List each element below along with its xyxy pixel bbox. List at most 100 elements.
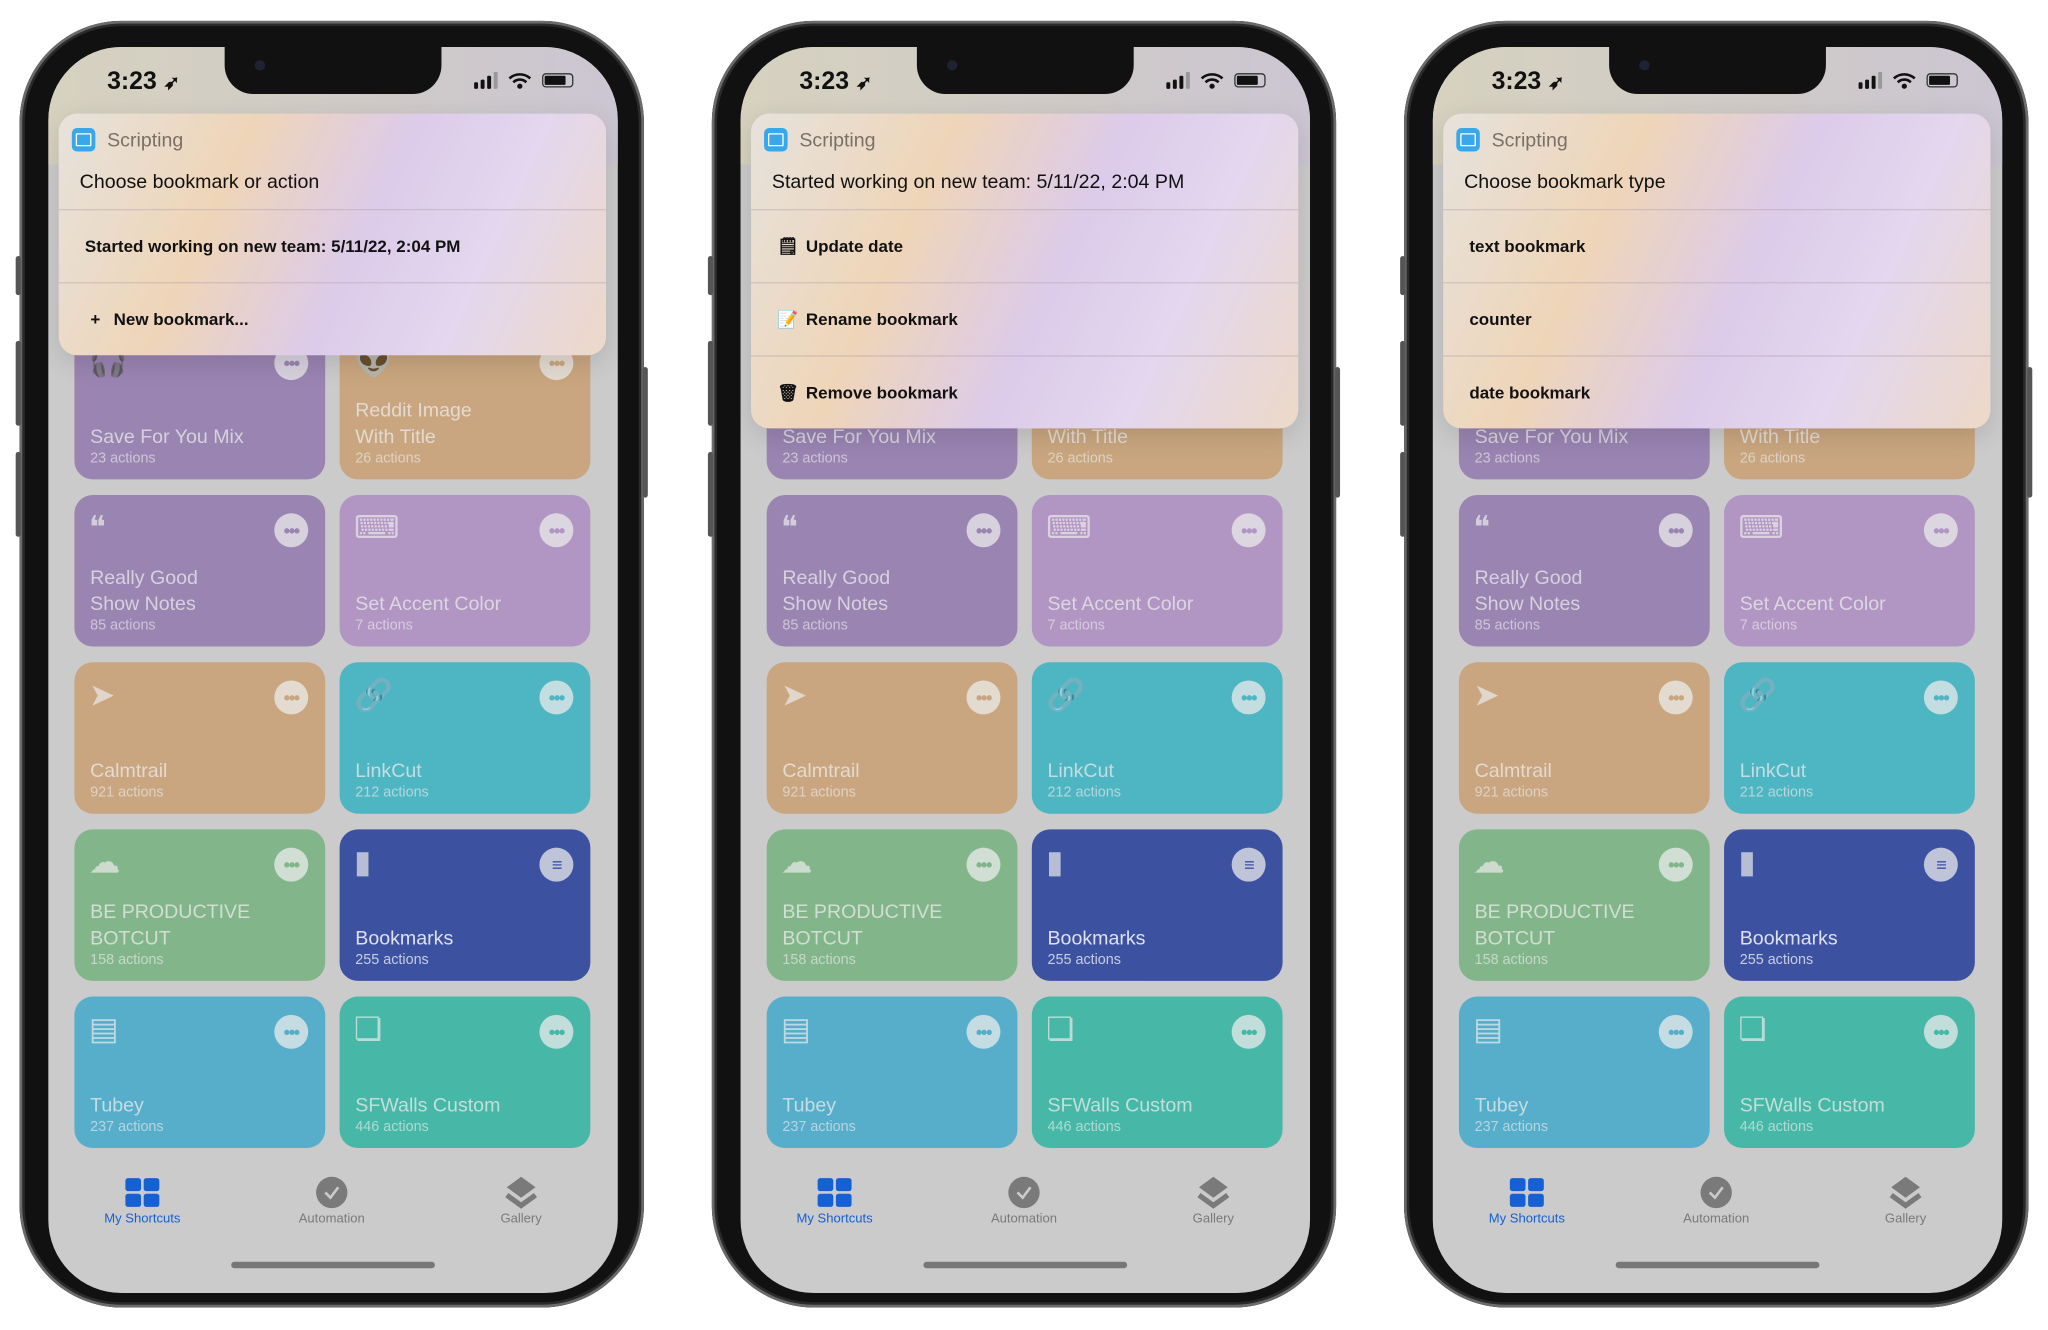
more-options-button[interactable]: •••: [1658, 680, 1693, 715]
status-time: 3:23 ➶: [1492, 68, 1565, 97]
tab-my-shortcuts[interactable]: My Shortcuts: [1448, 1173, 1605, 1227]
shortcut-card[interactable]: 🔗 ••• LinkCut 212 actions: [1031, 662, 1283, 814]
more-options-button[interactable]: •••: [1658, 1014, 1693, 1049]
notification-title: Choose bookmark type: [1443, 163, 1991, 211]
shortcut-card[interactable]: ➤ ••• Calmtrail 921 actions: [1458, 662, 1710, 814]
more-options-button[interactable]: •••: [966, 1014, 1001, 1049]
shortcut-card[interactable]: ❝ ••• Really Good Show Notes 85 actions: [1458, 495, 1710, 647]
book-icon: ▮: [1738, 845, 1756, 881]
shortcut-card[interactable]: ▤ ••• Tubey 237 actions: [766, 996, 1018, 1149]
notification-option[interactable]: 🗒 Update date: [751, 210, 1299, 284]
volume-up-button: [1400, 340, 1406, 426]
mute-switch: [1400, 255, 1406, 296]
shortcut-card[interactable]: ▤ ••• Tubey 237 actions: [74, 996, 326, 1149]
shortcut-card[interactable]: ❏ ••• SFWalls Custom 446 actions: [339, 996, 591, 1149]
shortcut-title: LinkCut: [1047, 760, 1114, 783]
more-options-button[interactable]: •••: [1231, 1014, 1266, 1049]
shortcut-card[interactable]: ▮ ≡ Bookmarks 255 actions: [1724, 829, 1975, 981]
shortcut-card[interactable]: ➤ ••• Calmtrail 921 actions: [766, 662, 1018, 814]
option-label: counter: [1469, 309, 1532, 330]
notification-option[interactable]: 📝 Rename bookmark: [751, 283, 1299, 357]
shortcut-card[interactable]: 🔗 ••• LinkCut 212 actions: [339, 662, 591, 814]
trash-icon: 🗑: [777, 382, 799, 402]
tab-automation[interactable]: Automation: [253, 1173, 410, 1226]
more-options-button[interactable]: •••: [966, 680, 1001, 715]
shortcut-card[interactable]: ☁ ••• BE PRODUCTIVE BOTCUT 158 actions: [74, 829, 326, 981]
more-options-button[interactable]: •••: [966, 513, 1001, 548]
iphone-frame: 🎧••• Save For You Mix 23 actions 👽••• Re…: [15, 20, 648, 1308]
more-options-button[interactable]: •••: [1923, 513, 1958, 548]
shortcut-card[interactable]: ❝ ••• Really Good Show Notes 85 actions: [766, 495, 1018, 647]
more-options-button[interactable]: •••: [539, 1014, 574, 1049]
shortcut-action-count: 158 actions: [782, 952, 856, 968]
shortcut-card[interactable]: ⌨ ••• Set Accent Color 7 actions: [1031, 495, 1283, 647]
shortcut-action-count: 921 actions: [782, 784, 856, 801]
tab-my-shortcuts[interactable]: My Shortcuts: [64, 1173, 221, 1226]
shortcut-notification-menu: Scripting Choose bookmark type text book…: [1443, 113, 1991, 429]
shortcut-action-count: 255 actions: [1739, 952, 1814, 968]
shortcut-card[interactable]: ❝ ••• Really Good Show Notes 85 actions: [74, 495, 326, 647]
film-icon: ▤: [88, 1012, 119, 1048]
cellular-signal-icon: [1166, 71, 1190, 89]
notification-option[interactable]: 🗑 Remove bookmark: [751, 357, 1298, 429]
more-options-button[interactable]: •••: [1658, 847, 1693, 882]
shortcut-card[interactable]: ❏ ••• SFWalls Custom 446 actions: [1724, 996, 1975, 1149]
more-options-button[interactable]: •••: [1658, 513, 1693, 548]
tab-gallery[interactable]: Gallery: [1827, 1173, 1984, 1226]
chat-bubble-icon[interactable]: ≡: [1923, 847, 1958, 882]
more-options-button[interactable]: •••: [1231, 513, 1266, 548]
shortcut-card[interactable]: 🔗 ••• LinkCut 212 actions: [1724, 662, 1975, 814]
shortcut-card[interactable]: ▤ ••• Tubey 237 actions: [1458, 996, 1710, 1149]
tab-automation[interactable]: Automation: [946, 1173, 1103, 1226]
notification-option[interactable]: date bookmark: [1443, 357, 1990, 429]
more-options-button[interactable]: •••: [274, 680, 309, 715]
shortcut-card[interactable]: ▮ ≡ Bookmarks 255 actions: [339, 829, 591, 981]
shortcut-card[interactable]: ☁ ••• BE PRODUCTIVE BOTCUT 158 actions: [1458, 829, 1710, 981]
shortcut-action-count: 26 actions: [1739, 450, 1806, 467]
clock-check-icon: [946, 1173, 1103, 1212]
more-options-button[interactable]: •••: [539, 680, 574, 715]
tab-my-shortcuts[interactable]: My Shortcuts: [756, 1173, 913, 1226]
shortcut-action-count: 446 actions: [355, 1119, 429, 1136]
more-options-button[interactable]: •••: [274, 513, 309, 548]
more-options-button[interactable]: •••: [274, 1014, 309, 1049]
shortcut-card[interactable]: ➤ ••• Calmtrail 921 actions: [74, 662, 326, 814]
notification-option[interactable]: text bookmark: [1443, 210, 1991, 284]
notification-option[interactable]: counter: [1443, 283, 1991, 357]
home-indicator[interactable]: [1615, 1261, 1820, 1269]
cellular-signal-icon: [474, 71, 498, 89]
shortcut-card[interactable]: ▮ ≡ Bookmarks 255 actions: [1031, 829, 1283, 981]
shortcut-action-count: 212 actions: [355, 784, 429, 801]
shortcut-title: Set Accent Color: [355, 592, 502, 616]
option-label: New bookmark...: [113, 309, 249, 330]
tab-automation[interactable]: Automation: [1638, 1173, 1795, 1226]
link-icon: 🔗: [353, 677, 393, 714]
more-options-button[interactable]: •••: [1923, 1014, 1958, 1049]
chat-bubble-icon[interactable]: ≡: [1231, 847, 1266, 882]
shortcut-card[interactable]: ❏ ••• SFWalls Custom 446 actions: [1031, 996, 1283, 1149]
shortcut-action-count: 23 actions: [782, 450, 848, 467]
shortcut-card[interactable]: ☁ ••• BE PRODUCTIVE BOTCUT 158 actions: [766, 829, 1018, 981]
shortcut-action-count: 237 actions: [1474, 1119, 1549, 1136]
tab-gallery[interactable]: Gallery: [1135, 1173, 1292, 1226]
more-options-button[interactable]: •••: [1231, 680, 1266, 715]
tab-gallery[interactable]: Gallery: [443, 1173, 600, 1226]
more-options-button[interactable]: •••: [1923, 680, 1958, 715]
camera: [946, 60, 958, 71]
quote-bubble-icon: ❝: [781, 510, 798, 546]
tab-label: My Shortcuts: [1488, 1212, 1565, 1227]
battery-icon: [542, 73, 574, 88]
chat-bubble-icon[interactable]: ≡: [539, 847, 574, 882]
more-options-button[interactable]: •••: [539, 513, 574, 548]
shortcut-card[interactable]: ⌨ ••• Set Accent Color 7 actions: [339, 495, 591, 647]
notification-option[interactable]: + New bookmark...: [59, 283, 606, 355]
more-options-button[interactable]: •••: [274, 847, 309, 882]
shortcut-action-count: 921 actions: [1474, 784, 1549, 801]
more-options-button[interactable]: •••: [966, 847, 1001, 882]
cellular-signal-icon: [1858, 71, 1883, 89]
home-indicator[interactable]: [231, 1261, 435, 1269]
home-indicator[interactable]: [923, 1261, 1128, 1269]
shortcut-action-count: 212 actions: [1047, 784, 1121, 801]
notification-option[interactable]: Started working on new team: 5/11/22, 2:…: [58, 210, 607, 284]
shortcut-card[interactable]: ⌨ ••• Set Accent Color 7 actions: [1724, 495, 1975, 647]
